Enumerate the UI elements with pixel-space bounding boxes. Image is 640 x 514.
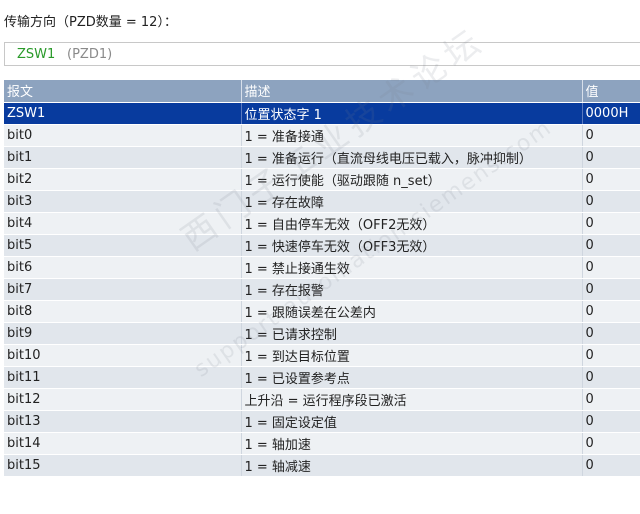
cell-description: 1 = 轴减速: [241, 454, 583, 477]
cell-message: bit4: [4, 212, 242, 235]
table-row[interactable]: bit4 1 = 自由停车无效（OFF2无效） 0: [4, 212, 640, 235]
cell-description: 1 = 跟随误差在公差内: [241, 300, 583, 323]
table-row[interactable]: bit3 1 = 存在故障 0: [4, 190, 640, 213]
cell-message: bit11: [4, 366, 242, 389]
cell-value: 0: [582, 344, 640, 367]
table-row[interactable]: bit10 1 = 到达目标位置 0: [4, 344, 640, 367]
cell-message: bit0: [4, 124, 242, 147]
table-row[interactable]: bit2 1 = 运行使能（驱动跟随 n_set） 0: [4, 168, 640, 191]
cell-message: bit9: [4, 322, 242, 345]
cell-value: 0: [582, 322, 640, 345]
cell-description: 1 = 快速停车无效（OFF3无效）: [241, 234, 583, 257]
cell-description: 1 = 已设置参考点: [241, 366, 583, 389]
cell-description: 1 = 存在报警: [241, 278, 583, 301]
table-row[interactable]: bit1 1 = 准备运行（直流母线电压已载入，脉冲抑制） 0: [4, 146, 640, 169]
cell-value: 0: [582, 388, 640, 411]
cell-value: 0: [582, 300, 640, 323]
cell-description: 1 = 存在故障: [241, 190, 583, 213]
cell-description: 1 = 固定设定值: [241, 410, 583, 433]
table-row[interactable]: bit11 1 = 已设置参考点 0: [4, 366, 640, 389]
transfer-direction-label: 传输方向（PZD数量 = 12）：: [4, 15, 177, 30]
cell-description: 1 = 运行使能（驱动跟随 n_set）: [241, 168, 583, 191]
telegram-selector[interactable]: ZSW1 (PZD1): [4, 42, 640, 66]
table-row[interactable]: bit8 1 = 跟随误差在公差内 0: [4, 300, 640, 323]
cell-message: bit3: [4, 190, 242, 213]
cell-value: 0: [582, 256, 640, 279]
table-row[interactable]: bit6 1 = 禁止接通生效 0: [4, 256, 640, 279]
cell-message: bit7: [4, 278, 242, 301]
column-header-value[interactable]: 值: [582, 80, 640, 103]
cell-value: 0000H: [582, 102, 640, 125]
cell-description: 位置状态字 1: [241, 102, 583, 125]
cell-message: bit5: [4, 234, 242, 257]
column-header-message[interactable]: 报文: [4, 80, 242, 103]
cell-message: bit14: [4, 432, 242, 455]
cell-message: bit1: [4, 146, 242, 169]
cell-description: 1 = 到达目标位置: [241, 344, 583, 367]
cell-description: 1 = 准备接通: [241, 124, 583, 147]
cell-message: ZSW1: [4, 102, 242, 125]
cell-value: 0: [582, 454, 640, 477]
cell-message: bit2: [4, 168, 242, 191]
cell-value: 0: [582, 278, 640, 301]
status-word-table: 报文 描述 值 ZSW1 位置状态字 1 0000H bit0 1 = 准备接通 0 bit…: [4, 80, 640, 477]
cell-message: bit13: [4, 410, 242, 433]
table-row[interactable]: bit7 1 = 存在报警 0: [4, 278, 640, 301]
selected-word-pzd: (PZD1): [67, 47, 113, 62]
cell-value: 0: [582, 366, 640, 389]
selected-word-code: ZSW1: [17, 47, 56, 62]
cell-value: 0: [582, 432, 640, 455]
table-row[interactable]: bit9 1 = 已请求控制 0: [4, 322, 640, 345]
cell-value: 0: [582, 146, 640, 169]
table-row[interactable]: bit5 1 = 快速停车无效（OFF3无效） 0: [4, 234, 640, 257]
cell-value: 0: [582, 168, 640, 191]
cell-value: 0: [582, 234, 640, 257]
cell-description: 1 = 自由停车无效（OFF2无效）: [241, 212, 583, 235]
cell-description: 1 = 准备运行（直流母线电压已载入，脉冲抑制）: [241, 146, 583, 169]
table-row[interactable]: bit12 上升沿 = 运行程序段已激活 0: [4, 388, 640, 411]
table-row[interactable]: bit14 1 = 轴加速 0: [4, 432, 640, 455]
cell-description: 1 = 禁止接通生效: [241, 256, 583, 279]
cell-description: 1 = 轴加速: [241, 432, 583, 455]
cell-value: 0: [582, 410, 640, 433]
cell-message: bit12: [4, 388, 242, 411]
cell-message: bit10: [4, 344, 242, 367]
cell-value: 0: [582, 124, 640, 147]
table-row[interactable]: bit15 1 = 轴减速 0: [4, 454, 640, 477]
table-row-selected[interactable]: ZSW1 位置状态字 1 0000H: [4, 102, 640, 125]
table-row[interactable]: bit0 1 = 准备接通 0: [4, 124, 640, 147]
cell-message: bit15: [4, 454, 242, 477]
column-header-description[interactable]: 描述: [241, 80, 583, 103]
cell-value: 0: [582, 190, 640, 213]
cell-description: 上升沿 = 运行程序段已激活: [241, 388, 583, 411]
cell-message: bit6: [4, 256, 242, 279]
cell-description: 1 = 已请求控制: [241, 322, 583, 345]
cell-value: 0: [582, 212, 640, 235]
table-header-row: 报文 描述 值: [4, 80, 640, 103]
cell-message: bit8: [4, 300, 242, 323]
table-row[interactable]: bit13 1 = 固定设定值 0: [4, 410, 640, 433]
